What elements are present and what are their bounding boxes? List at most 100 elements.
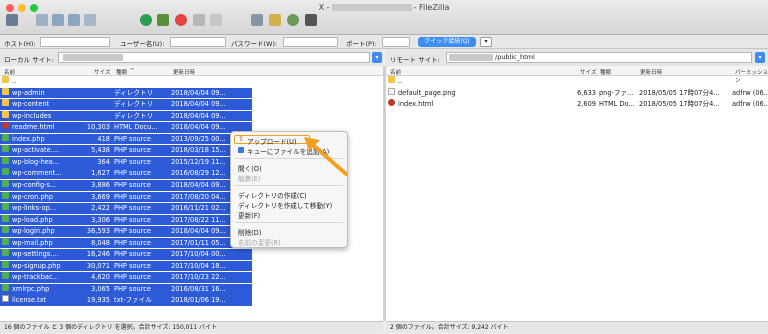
menu-item-edit: 編集(E) <box>238 175 261 183</box>
file-row[interactable]: wp-signup.php 30,071 PHP source 2017/10/04 … <box>0 260 252 272</box>
cell-date: 2018/05/05 17時07分4... <box>639 88 720 97</box>
file-row[interactable]: wp-comment... 1,627 PHP source 2016/08/29 1… <box>0 168 252 180</box>
quickconnect-button[interactable]: クイック接続(Q) <box>418 37 476 47</box>
col-date[interactable]: 更新日時 <box>640 68 662 76</box>
user-input[interactable] <box>170 37 226 47</box>
file-row[interactable]: license.txt 19,935 txt-ファイル 2018/01/06 19..… <box>0 295 252 307</box>
cell-size: 4,620 <box>91 273 110 282</box>
file-row[interactable]: .. <box>0 76 383 87</box>
title-suffix: - FileZilla <box>413 3 450 12</box>
refresh-icon[interactable] <box>140 14 152 26</box>
local-site-input[interactable] <box>58 52 370 63</box>
cell-date: 2013/09/25 00... <box>171 134 226 143</box>
user-label: ユーザー名(U): <box>120 40 165 48</box>
file-row[interactable]: .. <box>386 76 768 87</box>
cancel-icon[interactable] <box>175 14 187 26</box>
toggle-remote-tree-icon[interactable] <box>68 14 80 26</box>
folder-icon <box>2 99 9 107</box>
redacted-remote-path <box>449 53 493 61</box>
compare-icon[interactable] <box>287 14 299 26</box>
cell-type: ディレクトリ <box>114 100 154 109</box>
menu-item-refresh[interactable]: 更新(F) <box>238 210 260 220</box>
search-icon[interactable] <box>305 14 317 26</box>
quickconnect-dropdown[interactable]: ▾ <box>480 37 492 47</box>
upload-arrow-icon: ⇧ <box>238 135 244 143</box>
cell-date: 2018/04/04 09... <box>171 123 226 132</box>
file-row[interactable]: wp-mail.php 8,048 PHP source 2017/01/11 05.… <box>0 237 252 249</box>
cell-date: 2017/10/04 18... <box>171 261 226 270</box>
file-row[interactable]: wp-settings.... 16,246 PHP source 2017/10/0… <box>0 249 252 260</box>
menu-item-create-and-enter[interactable]: ディレクトリを作成して移動(Y) <box>238 200 332 210</box>
file-row[interactable]: wp-links-op... 2,422 PHP source 2016/11/21 … <box>0 203 252 214</box>
cell-type: PHP source <box>114 146 151 155</box>
remote-site-input[interactable]: /public_html <box>446 52 752 63</box>
col-size[interactable]: サイズ <box>580 68 596 76</box>
file-row[interactable]: wp-content ディレクトリ 2018/04/04 09... <box>0 99 252 110</box>
process-queue-icon[interactable] <box>157 14 169 26</box>
remote-list-header: 名前 サイズ 種類 更新日時 パーミッション <box>386 66 768 84</box>
cell-size: 6,633 <box>577 88 596 97</box>
file-row[interactable]: index.html 2,609 HTML Do... 2018/05/05 17時0… <box>386 99 768 110</box>
file-row[interactable]: wp-admin ディレクトリ 2018/04/04 09... <box>0 87 252 99</box>
file-row[interactable]: wp-activate.... 5,438 PHP source 2018/03/18… <box>0 145 252 156</box>
php-file-icon <box>2 133 9 141</box>
quickconnect-bar: ホスト(H): ユーザー名(U): パスワード(W): ポート(P): クイック… <box>0 35 768 49</box>
file-row[interactable]: wp-blog-hea... 364 PHP source 2015/12/19 11… <box>0 156 252 168</box>
remote-site-row: リモート サイト: /public_html ▾ <box>386 49 768 66</box>
cell-name: wp-cron.php <box>12 192 54 201</box>
password-input[interactable] <box>283 37 338 47</box>
php-file-icon <box>2 249 9 257</box>
remote-file-list[interactable]: 名前 サイズ 種類 更新日時 パーミッション .. default_page.pn… <box>386 66 768 321</box>
file-row[interactable]: wp-login.php 36,593 PHP source 2018/04/04 0… <box>0 226 252 237</box>
cell-date: 2018/03/18 15... <box>171 146 226 155</box>
menu-item-open[interactable]: 開く(O) <box>238 163 262 173</box>
cell-size: 1,627 <box>91 169 110 178</box>
cell-size: 3,306 <box>91 215 110 224</box>
window-title: X - - FileZilla <box>0 3 768 12</box>
local-site-dropdown[interactable]: ▾ <box>372 52 382 63</box>
cell-date: 2015/12/19 11... <box>171 157 226 166</box>
toggle-queue-icon[interactable] <box>84 14 96 26</box>
remote-site-dropdown[interactable]: ▾ <box>755 52 765 63</box>
col-name[interactable]: 名前 <box>390 68 401 76</box>
sync-browsing-icon[interactable] <box>269 14 281 26</box>
col-type[interactable]: 種類 <box>600 68 611 76</box>
toggle-log-icon[interactable] <box>36 14 48 26</box>
file-row[interactable]: default_page.png 6,633 png-ファ... 2018/05/05… <box>386 87 768 99</box>
redacted-host <box>331 4 412 11</box>
directory-filter-icon[interactable] <box>251 14 263 26</box>
cell-date: 2016/11/21 02... <box>171 204 226 213</box>
cell-size: 10,303 <box>86 123 110 132</box>
site-manager-icon[interactable] <box>6 14 18 26</box>
menu-item-delete[interactable]: 削除(D) <box>238 227 261 237</box>
port-input[interactable] <box>382 37 410 47</box>
host-input[interactable] <box>40 37 110 47</box>
col-name[interactable]: 名前 <box>4 68 15 76</box>
folder-icon <box>2 76 9 83</box>
file-row[interactable]: index.php 418 PHP source 2013/09/25 00... <box>0 133 252 145</box>
cell-size: 8,048 <box>91 238 110 247</box>
cell-type: png-ファ... <box>599 88 634 97</box>
cell-name: .. <box>398 77 403 85</box>
local-list-header: 名前 サイズ 種類 ^ 更新日時 <box>0 66 383 76</box>
local-site-row: ローカル サイト: ▾ <box>0 49 383 66</box>
file-row[interactable]: wp-load.php 3,306 PHP source 2017/08/22 11.… <box>0 214 252 226</box>
col-date[interactable]: 更新日時 <box>173 68 195 76</box>
disconnect-icon[interactable] <box>193 14 205 26</box>
menu-item-create-directory[interactable]: ディレクトリの作成(C) <box>238 190 307 200</box>
file-row[interactable]: wp-cron.php 3,669 PHP source 2017/08/20 04.… <box>0 191 252 203</box>
reconnect-icon[interactable] <box>210 14 222 26</box>
file-row[interactable]: readme.html 10,303 HTML Docu... 2018/04/04 … <box>0 122 252 133</box>
menu-item-upload[interactable]: アップロード(U) <box>247 136 297 146</box>
col-type[interactable]: 種類 <box>116 68 127 76</box>
file-row[interactable]: xmlrpc.php 3,065 PHP source 2016/08/31 16..… <box>0 283 252 295</box>
col-size[interactable]: サイズ <box>94 68 110 76</box>
cell-name: wp-comment... <box>12 169 62 178</box>
file-row[interactable]: wp-trackbac... 4,620 PHP source 2017/10/23 … <box>0 272 252 284</box>
file-row[interactable]: wp-config-s... 3,886 PHP source 2018/04/04 … <box>0 179 252 191</box>
toggle-local-tree-icon[interactable] <box>52 14 64 26</box>
file-row[interactable]: wp-includes ディレクトリ 2018/04/04 09... <box>0 110 252 122</box>
cell-name: wp-links-op... <box>12 204 57 213</box>
cell-name: wp-blog-hea... <box>12 157 60 166</box>
cell-type: PHP source <box>114 180 151 189</box>
